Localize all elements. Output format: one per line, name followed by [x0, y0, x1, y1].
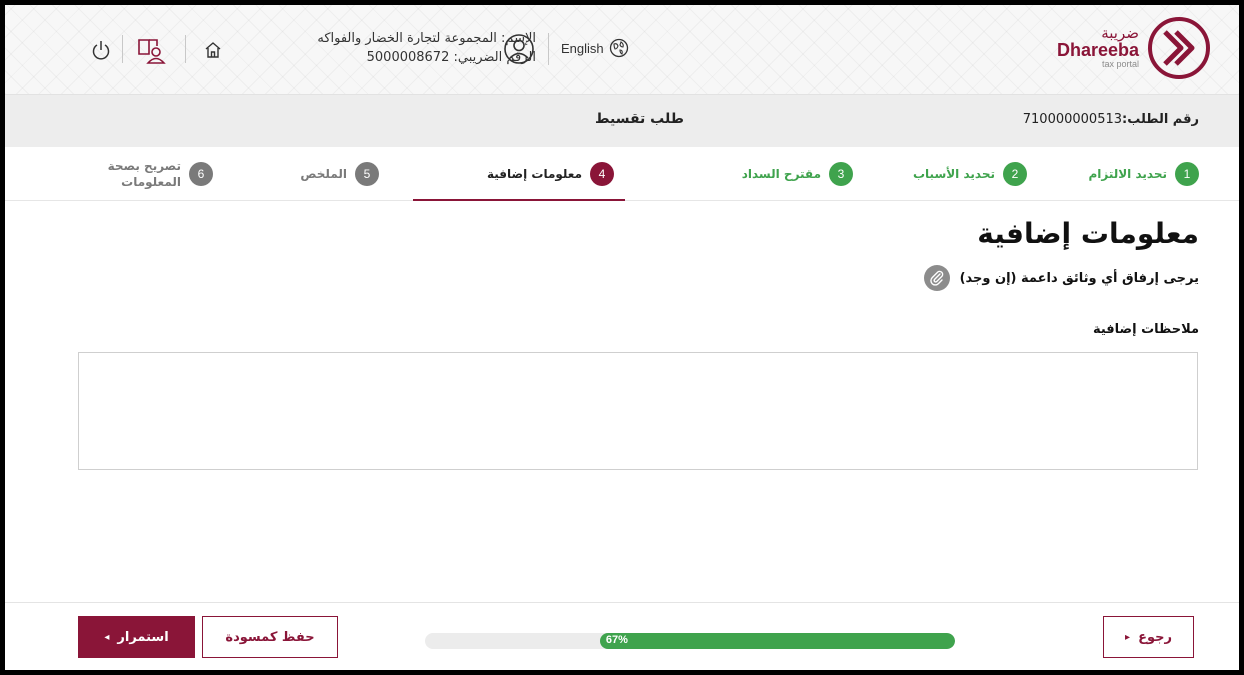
step-number: 1 [1175, 162, 1199, 186]
attach-button[interactable] [923, 265, 950, 291]
progress-bar: 67% [425, 633, 955, 649]
step-1[interactable]: 1 تحديد الالتزام [1088, 147, 1199, 201]
power-icon[interactable] [91, 39, 111, 61]
user-name: الإسم: المجموعة لتجارة الخضار والفواكه [317, 31, 536, 46]
top-header: ضريبة Dhareeba tax portal English الإسم:… [5, 5, 1239, 95]
user-info: الإسم: المجموعة لتجارة الخضار والفواكه ا… [317, 29, 536, 67]
user-tax-number: الرقم الضريبي: 5000008672 [366, 50, 536, 65]
logo-arabic: ضريبة [1101, 24, 1139, 42]
step-4[interactable]: 4 معلومات إضافية [487, 147, 614, 201]
continue-button-label: استمرار [117, 629, 169, 645]
language-switch[interactable]: English [561, 38, 629, 58]
step-number: 5 [355, 162, 379, 186]
globe-icon [609, 38, 628, 58]
contacts-icon[interactable] [136, 35, 166, 65]
request-number: رقم الطلب:710000000513 [1023, 112, 1199, 127]
step-number: 4 [590, 162, 614, 186]
app-frame: ضريبة Dhareeba tax portal English الإسم:… [5, 5, 1239, 670]
back-button-label: رجوع [1138, 629, 1172, 645]
logo-text: ضريبة Dhareeba tax portal [1057, 25, 1139, 69]
step-5[interactable]: 5 الملخص [300, 147, 379, 201]
additional-notes-input[interactable] [78, 352, 1198, 470]
save-draft-button[interactable]: حفظ كمسودة [202, 616, 338, 658]
request-title: طلب تقسيط [595, 111, 684, 127]
logo-subtitle: tax portal [1101, 59, 1139, 69]
attachment-row: يرجى إرفاق أي وثائق داعمة (إن وجد) [923, 265, 1199, 291]
request-title-bar: رقم الطلب:710000000513 طلب تقسيط [5, 95, 1239, 147]
step-2[interactable]: 2 تحديد الأسباب [913, 147, 1027, 201]
continue-arrow-icon: ◂ [104, 631, 110, 643]
step-label: الملخص [300, 167, 347, 181]
page-title: معلومات إضافية [977, 217, 1199, 250]
continue-button[interactable]: استمرار ◂ [78, 616, 195, 658]
step-label: تحديد الأسباب [912, 167, 995, 181]
footer-bar: رجوع ▸ 67% حفظ كمسودة استمرار ◂ [5, 602, 1239, 670]
notes-label: ملاحظات إضافية [1092, 322, 1199, 337]
back-arrow-icon: ▸ [1125, 631, 1131, 643]
step-label: تصريح بصحة المعلومات [107, 159, 181, 189]
wizard-steps: 1 تحديد الالتزام 2 تحديد الأسباب 3 مقترح… [5, 147, 1239, 201]
progress-text: 67% [605, 634, 628, 646]
active-step-indicator [413, 199, 625, 201]
language-label: English [561, 40, 604, 56]
attachment-instruction: يرجى إرفاق أي وثائق داعمة (إن وجد) [959, 270, 1199, 286]
dhareeba-logo-icon [1148, 17, 1210, 79]
step-number: 3 [829, 162, 853, 186]
step-6[interactable]: 6 تصريح بصحة المعلومات [91, 147, 213, 201]
request-number-label: رقم الطلب: [1122, 112, 1199, 127]
step-3[interactable]: 3 مقترح السداد [742, 147, 853, 201]
back-button[interactable]: رجوع ▸ [1103, 616, 1194, 658]
header-divider-2 [185, 35, 186, 63]
home-icon[interactable] [203, 40, 223, 60]
header-divider-3 [122, 35, 123, 63]
step-number: 6 [189, 162, 213, 186]
progress-fill: 67% [599, 633, 955, 649]
paperclip-icon [929, 270, 943, 286]
header-divider [548, 33, 549, 65]
request-number-value: 710000000513 [1022, 112, 1123, 127]
step-label: معلومات إضافية [486, 167, 582, 181]
step-label: مقترح السداد [741, 167, 821, 181]
step-label: تحديد الالتزام [1088, 167, 1167, 181]
logo-english: Dhareeba [1056, 40, 1139, 60]
step-number: 2 [1003, 162, 1027, 186]
